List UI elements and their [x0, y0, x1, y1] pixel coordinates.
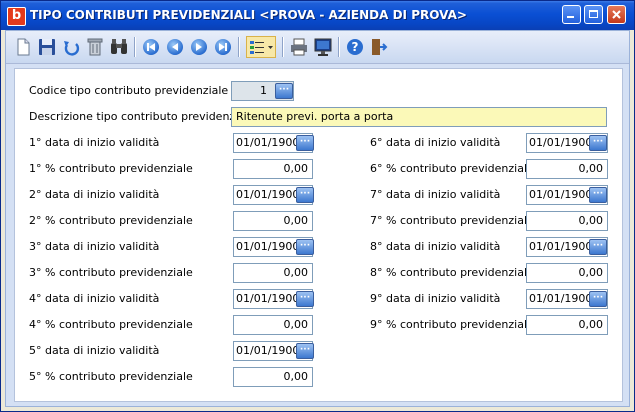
- period-3-calendar-button[interactable]: ···: [296, 239, 314, 255]
- ellipsis-icon: ···: [592, 293, 604, 303]
- app-logo-icon[interactable]: b: [7, 7, 26, 26]
- period-8-pct-label: 8° % contributo previdenziale: [370, 266, 534, 279]
- period-9-pct-label: 9° % contributo previdenziale: [370, 318, 534, 331]
- last-record-icon: [215, 39, 231, 55]
- last-record-button[interactable]: [212, 36, 234, 58]
- toolbar: ?: [6, 31, 629, 64]
- delete-button[interactable]: [84, 36, 106, 58]
- save-button[interactable]: [36, 36, 58, 58]
- period-5-pct-field[interactable]: 0,00: [233, 367, 313, 387]
- ellipsis-icon: ···: [299, 293, 311, 303]
- period-4-date-label: 4° data di inizio validità: [29, 292, 160, 305]
- period-1-pct-label: 1° % contributo previdenziale: [29, 162, 193, 175]
- period-9-date-label: 9° data di inizio validità: [370, 292, 501, 305]
- period-7-pct-field[interactable]: 0,00: [526, 211, 608, 231]
- period-8-calendar-button[interactable]: ···: [589, 239, 607, 255]
- list-menu-button[interactable]: [246, 36, 276, 58]
- period-1-calendar-button[interactable]: ···: [296, 135, 314, 151]
- next-record-button[interactable]: [188, 36, 210, 58]
- period-6-calendar-button[interactable]: ···: [589, 135, 607, 151]
- period-8-pct-field[interactable]: 0,00: [526, 263, 608, 283]
- period-1-date-label: 1° data di inizio validità: [29, 136, 160, 149]
- window-title: TIPO CONTRIBUTI PREVIDENZIALI <PROVA - A…: [30, 8, 467, 22]
- list-icon: [250, 41, 273, 54]
- search-icon: [111, 39, 127, 54]
- period-3-pct-label: 3° % contributo previdenziale: [29, 266, 193, 279]
- minimize-icon: [567, 16, 574, 18]
- previous-record-icon: [167, 39, 183, 55]
- new-button[interactable]: [12, 36, 34, 58]
- client-area: ? Codice tipo contributo previdenziale 1…: [5, 30, 630, 407]
- period-2-date-label: 2° data di inizio validità: [29, 188, 160, 201]
- codice-label: Codice tipo contributo previdenziale: [29, 84, 229, 97]
- undo-button[interactable]: [60, 36, 82, 58]
- new-icon: [17, 38, 30, 56]
- screen-icon: [314, 38, 332, 56]
- previous-record-button[interactable]: [164, 36, 186, 58]
- next-record-icon: [191, 39, 207, 55]
- minimize-button[interactable]: [562, 5, 581, 24]
- period-3-date-label: 3° data di inizio validità: [29, 240, 160, 253]
- period-1-pct-field[interactable]: 0,00: [233, 159, 313, 179]
- search-button[interactable]: [108, 36, 130, 58]
- descrizione-field[interactable]: Ritenute previ. porta a porta: [231, 107, 607, 127]
- period-4-pct-label: 4° % contributo previdenziale: [29, 318, 193, 331]
- first-record-icon: [143, 39, 159, 55]
- period-9-calendar-button[interactable]: ···: [589, 291, 607, 307]
- ellipsis-icon: ···: [299, 137, 311, 147]
- period-6-date-label: 6° data di inizio validità: [370, 136, 501, 149]
- period-7-pct-label: 7° % contributo previdenziale: [370, 214, 534, 227]
- close-icon: [612, 10, 621, 19]
- period-2-pct-field[interactable]: 0,00: [233, 211, 313, 231]
- ellipsis-icon: ···: [299, 345, 311, 355]
- svg-text:?: ?: [352, 40, 359, 54]
- period-9-pct-field[interactable]: 0,00: [526, 315, 608, 335]
- ellipsis-icon: ···: [299, 241, 311, 251]
- ellipsis-icon: ···: [299, 189, 311, 199]
- exit-button[interactable]: [368, 36, 390, 58]
- descrizione-label: Descrizione tipo contributo previdenzial…: [29, 110, 255, 123]
- period-5-calendar-button[interactable]: ···: [296, 343, 314, 359]
- maximize-icon: [589, 10, 598, 18]
- period-7-date-label: 7° data di inizio validità: [370, 188, 501, 201]
- ellipsis-icon: ···: [592, 241, 604, 251]
- ellipsis-icon: ···: [278, 85, 290, 95]
- period-7-calendar-button[interactable]: ···: [589, 187, 607, 203]
- period-5-date-label: 5° data di inizio validità: [29, 344, 160, 357]
- title-bar[interactable]: b TIPO CONTRIBUTI PREVIDENZIALI <PROVA -…: [1, 1, 634, 30]
- form-panel: Codice tipo contributo previdenziale 1 ·…: [14, 68, 623, 402]
- ellipsis-icon: ···: [592, 189, 604, 199]
- period-4-pct-field[interactable]: 0,00: [233, 315, 313, 335]
- print-button[interactable]: [288, 36, 310, 58]
- period-8-date-label: 8° data di inizio validità: [370, 240, 501, 253]
- ellipsis-icon: ···: [592, 137, 604, 147]
- exit-icon: [372, 39, 388, 55]
- app-window: b TIPO CONTRIBUTI PREVIDENZIALI <PROVA -…: [0, 0, 635, 412]
- save-icon: [39, 39, 55, 55]
- period-5-pct-label: 5° % contributo previdenziale: [29, 370, 193, 383]
- period-3-pct-field[interactable]: 0,00: [233, 263, 313, 283]
- codice-lookup-button[interactable]: ···: [275, 83, 293, 99]
- period-6-pct-field[interactable]: 0,00: [526, 159, 608, 179]
- undo-icon: [64, 41, 80, 56]
- period-2-calendar-button[interactable]: ···: [296, 187, 314, 203]
- maximize-button[interactable]: [584, 5, 603, 24]
- close-button[interactable]: [607, 5, 626, 24]
- screen-button[interactable]: [312, 36, 334, 58]
- print-icon: [291, 38, 307, 56]
- period-2-pct-label: 2° % contributo previdenziale: [29, 214, 193, 227]
- first-record-button[interactable]: [140, 36, 162, 58]
- period-6-pct-label: 6° % contributo previdenziale: [370, 162, 534, 175]
- delete-icon: [87, 38, 103, 56]
- help-icon: ?: [347, 39, 363, 55]
- help-button[interactable]: ?: [344, 36, 366, 58]
- period-4-calendar-button[interactable]: ···: [296, 291, 314, 307]
